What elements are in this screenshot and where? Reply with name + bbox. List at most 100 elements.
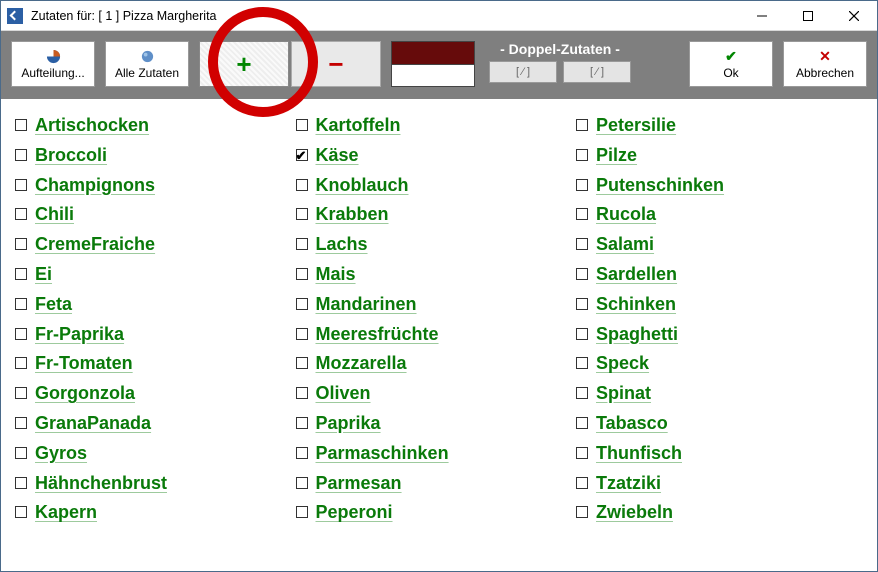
ingredient-label: Mandarinen [316, 294, 417, 314]
ingredient-checkbox[interactable] [296, 387, 308, 399]
ingredient-item[interactable]: Kapern [15, 502, 296, 522]
minimize-button[interactable] [739, 1, 785, 30]
doppel-right-button[interactable]: [ ⁄ ] [563, 61, 631, 83]
ingredient-checkbox[interactable] [576, 268, 588, 280]
ingredient-checkbox[interactable] [296, 417, 308, 429]
ingredient-item[interactable]: Lachs [296, 234, 577, 254]
ingredient-item[interactable]: Putenschinken [576, 175, 857, 195]
window-buttons [739, 1, 877, 30]
ingredient-item[interactable]: Ei [15, 264, 296, 284]
ingredient-item[interactable]: Tabasco [576, 413, 857, 433]
ingredient-checkbox[interactable] [296, 506, 308, 518]
ingredient-item[interactable]: Champignons [15, 175, 296, 195]
ingredient-item[interactable]: Hähnchenbrust [15, 473, 296, 493]
ingredient-item[interactable]: GranaPanada [15, 413, 296, 433]
ingredient-checkbox[interactable] [576, 149, 588, 161]
ingredient-checkbox[interactable] [296, 179, 308, 191]
ingredient-item[interactable]: Feta [15, 294, 296, 314]
ingredient-checkbox[interactable] [576, 179, 588, 191]
ingredient-item[interactable]: Fr-Tomaten [15, 353, 296, 373]
ingredient-item[interactable]: Speck [576, 353, 857, 373]
maximize-button[interactable] [785, 1, 831, 30]
ingredient-item[interactable]: Parmesan [296, 473, 577, 493]
ingredient-label: Thunfisch [596, 443, 682, 463]
ingredient-item[interactable]: Mozzarella [296, 353, 577, 373]
ingredient-item[interactable]: Knoblauch [296, 175, 577, 195]
ok-button[interactable]: ✔ Ok [689, 41, 773, 87]
ingredient-item[interactable]: Zwiebeln [576, 502, 857, 522]
ingredient-checkbox[interactable] [576, 298, 588, 310]
aufteilung-button[interactable]: Aufteilung... [11, 41, 95, 87]
ingredient-checkbox[interactable] [576, 417, 588, 429]
ingredient-item[interactable]: Peperoni [296, 502, 577, 522]
ingredient-checkbox[interactable] [576, 387, 588, 399]
ingredient-item[interactable]: Mais [296, 264, 577, 284]
doppel-left-button[interactable]: [ ⁄ ] [489, 61, 557, 83]
ingredient-item[interactable]: Paprika [296, 413, 577, 433]
ingredient-checkbox[interactable] [296, 268, 308, 280]
ingredient-checkbox[interactable] [15, 357, 27, 369]
ingredient-label: CremeFraiche [35, 234, 155, 254]
ingredient-item[interactable]: Broccoli [15, 145, 296, 165]
ingredient-checkbox[interactable] [15, 268, 27, 280]
ingredient-item[interactable]: Krabben [296, 204, 577, 224]
ingredient-checkbox[interactable] [576, 447, 588, 459]
ingredient-item[interactable]: Parmaschinken [296, 443, 577, 463]
ingredient-checkbox[interactable] [576, 238, 588, 250]
ingredient-item[interactable]: Salami [576, 234, 857, 254]
alle-zutaten-button[interactable]: Alle Zutaten [105, 41, 189, 87]
ingredient-checkbox[interactable] [296, 447, 308, 459]
ingredient-checkbox[interactable] [296, 238, 308, 250]
ingredient-item[interactable]: Tzatziki [576, 473, 857, 493]
ingredient-checkbox[interactable] [576, 357, 588, 369]
cancel-button[interactable]: ✕ Abbrechen [783, 41, 867, 87]
ingredient-checkbox[interactable] [576, 119, 588, 131]
ingredient-checkbox[interactable] [15, 238, 27, 250]
ingredient-checkbox[interactable] [15, 477, 27, 489]
ingredient-item[interactable]: Pilze [576, 145, 857, 165]
ingredient-checkbox[interactable] [15, 506, 27, 518]
ingredient-item[interactable]: Gorgonzola [15, 383, 296, 403]
ingredient-checkbox[interactable] [296, 328, 308, 340]
ingredient-item[interactable]: Schinken [576, 294, 857, 314]
ingredient-item[interactable]: CremeFraiche [15, 234, 296, 254]
ingredient-checkbox[interactable] [15, 149, 27, 161]
ingredient-checkbox[interactable] [576, 328, 588, 340]
ingredient-checkbox[interactable] [576, 477, 588, 489]
ingredient-item[interactable]: Thunfisch [576, 443, 857, 463]
ingredient-checkbox[interactable] [296, 357, 308, 369]
ingredient-checkbox[interactable] [576, 506, 588, 518]
ingredient-checkbox[interactable] [296, 149, 308, 161]
ingredient-item[interactable]: Käse [296, 145, 577, 165]
close-button[interactable] [831, 1, 877, 30]
ingredient-item[interactable]: Kartoffeln [296, 115, 577, 135]
ingredient-checkbox[interactable] [576, 208, 588, 220]
ingredient-label: Mozzarella [316, 353, 407, 373]
ingredient-checkbox[interactable] [15, 119, 27, 131]
ingredient-checkbox[interactable] [296, 208, 308, 220]
ingredient-item[interactable]: Sardellen [576, 264, 857, 284]
ingredient-checkbox[interactable] [15, 417, 27, 429]
ingredient-item[interactable]: Gyros [15, 443, 296, 463]
x-icon: ✕ [819, 48, 831, 64]
ingredient-item[interactable]: Rucola [576, 204, 857, 224]
ingredient-checkbox[interactable] [15, 208, 27, 220]
ingredient-item[interactable]: Spaghetti [576, 324, 857, 344]
ingredient-item[interactable]: Spinat [576, 383, 857, 403]
ingredient-checkbox[interactable] [15, 328, 27, 340]
ingredient-item[interactable]: Chili [15, 204, 296, 224]
ingredient-checkbox[interactable] [15, 298, 27, 310]
doppel-zutaten-label: - Doppel-Zutaten - [500, 41, 620, 57]
ingredient-checkbox[interactable] [296, 477, 308, 489]
color-swatch[interactable] [391, 41, 475, 65]
ingredient-item[interactable]: Petersilie [576, 115, 857, 135]
ingredient-checkbox[interactable] [15, 387, 27, 399]
ingredient-item[interactable]: Meeresfrüchte [296, 324, 577, 344]
ingredient-item[interactable]: Oliven [296, 383, 577, 403]
ingredient-item[interactable]: Mandarinen [296, 294, 577, 314]
ingredient-checkbox[interactable] [15, 447, 27, 459]
color-field[interactable] [391, 65, 475, 88]
ingredient-checkbox[interactable] [296, 298, 308, 310]
ingredient-item[interactable]: Fr-Paprika [15, 324, 296, 344]
ingredient-checkbox[interactable] [15, 179, 27, 191]
